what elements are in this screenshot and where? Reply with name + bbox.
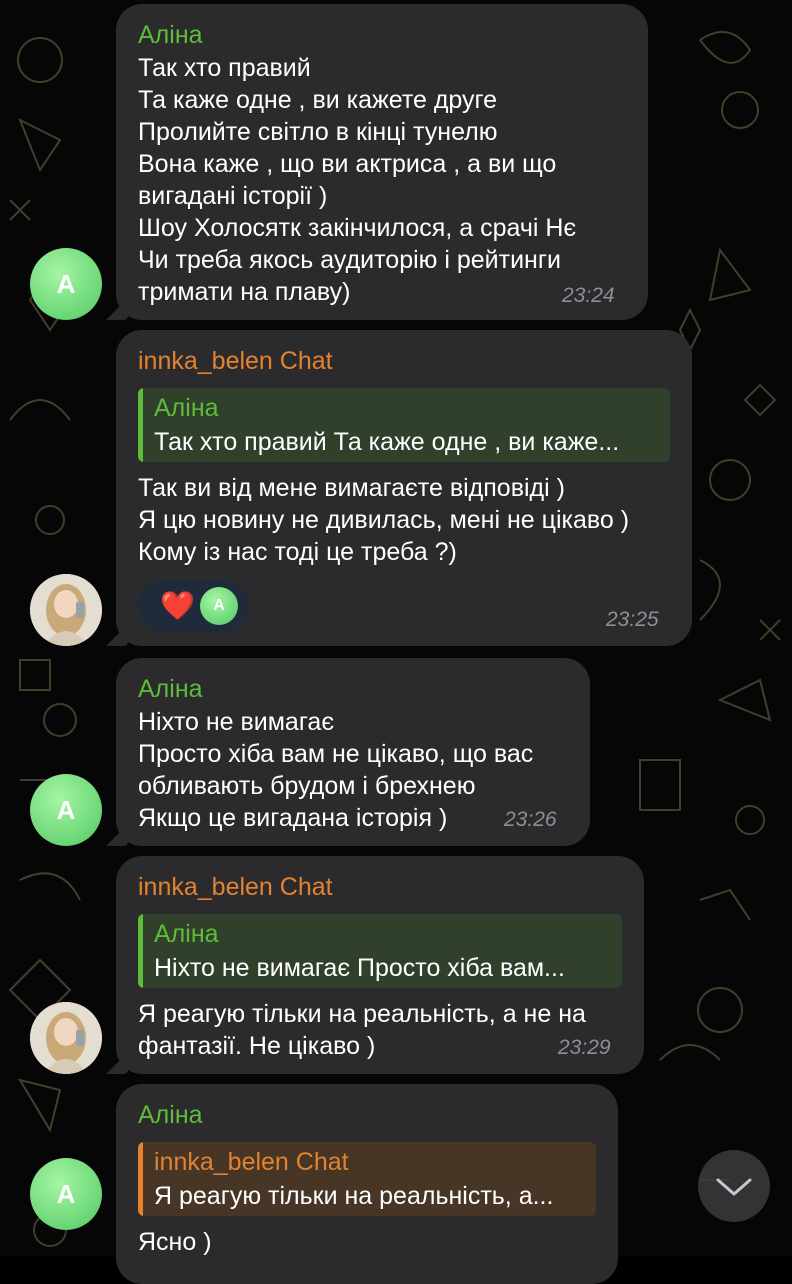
sender-name[interactable]: Аліна xyxy=(138,674,203,704)
message-time: 23:26 xyxy=(504,808,557,831)
message-text-line: Я реагую тільки на реальність, а не на xyxy=(138,1000,586,1028)
reply-text: Я реагую тільки на реальність, а... xyxy=(154,1182,554,1210)
message-text-line: Чи треба якось аудиторію і рейтинги xyxy=(138,246,561,274)
message-text-line: Я цю новину не дивилась, мені не цікаво … xyxy=(138,506,630,534)
message-text-line: Вона каже , що ви актриса , а ви що xyxy=(138,150,557,178)
message-bubble[interactable]: Аліна Так хто правий Та каже одне , ви к… xyxy=(106,4,648,320)
avatar[interactable]: A xyxy=(30,1158,102,1230)
reply-text: Так хто правий Та каже одне , ви каже... xyxy=(154,428,620,456)
message-text-line: Просто хіба вам не цікаво, що вас xyxy=(138,740,534,768)
message-text-line: Ясно ) xyxy=(138,1228,212,1256)
message-text-line: Шоу Холосятк закінчилося, а срачі Нє xyxy=(138,214,577,242)
message-bubble[interactable]: Аліна Ніхто не вимагає Просто хіба вам н… xyxy=(106,658,590,846)
message-text-line: Якщо це вигадана історія ) xyxy=(138,804,448,832)
reply-bar xyxy=(138,914,143,988)
message-text-line: фантазії. Не цікаво ) xyxy=(138,1032,376,1060)
message-text-line: Так ви від мене вимагаєте відповіді ) xyxy=(138,474,565,502)
message-text-line: обливають брудом і брехнею xyxy=(138,772,476,800)
reply-preview[interactable]: Аліна Ніхто не вимагає Просто хіба вам..… xyxy=(138,914,622,988)
message-text-line: тримати на плаву) xyxy=(138,278,351,306)
reply-sender: Аліна xyxy=(154,920,219,948)
sender-name[interactable]: innka_belen Chat xyxy=(138,872,333,902)
reaction-avatar: A xyxy=(200,587,238,625)
message-time: 23:29 xyxy=(558,1036,611,1059)
sender-name[interactable]: Аліна xyxy=(138,20,203,50)
message-text-line: Пролийте світло в кінці тунелю xyxy=(138,118,498,146)
message-bubble[interactable]: Аліна innka_belen Chat Я реагую тільки н… xyxy=(116,1084,618,1284)
avatar[interactable] xyxy=(30,1002,102,1074)
avatar-photo-image xyxy=(30,1002,102,1074)
message-time: 23:24 xyxy=(562,284,615,307)
sender-name[interactable]: Аліна xyxy=(138,1100,203,1130)
reaction-pill[interactable]: ❤️ A xyxy=(138,580,248,632)
sender-name[interactable]: innka_belen Chat xyxy=(138,346,333,376)
avatar-photo-image xyxy=(30,574,102,646)
message-text-line: Так хто правий xyxy=(138,54,311,82)
reply-text: Ніхто не вимагає Просто хіба вам... xyxy=(154,954,565,982)
reply-preview[interactable]: innka_belen Chat Я реагую тільки на реал… xyxy=(138,1142,596,1216)
message-text-line: Та каже одне , ви кажете друге xyxy=(138,86,498,114)
message-bubble[interactable]: innka_belen Chat Аліна Ніхто не вимагає … xyxy=(106,856,644,1074)
message-text-line: Ніхто не вимагає xyxy=(138,708,335,736)
heart-icon: ❤️ xyxy=(160,590,195,621)
message-text-line: Кому із нас тоді це треба ?) xyxy=(138,538,457,566)
avatar[interactable]: A xyxy=(30,248,102,320)
message-bubble[interactable]: innka_belen Chat Аліна Так хто правий Та… xyxy=(106,330,692,646)
message-text-line: вигадані історії ) xyxy=(138,182,328,210)
reply-sender: Аліна xyxy=(154,394,219,422)
scroll-down-button[interactable] xyxy=(698,1150,770,1222)
chevron-down-icon xyxy=(716,1178,752,1196)
avatar[interactable] xyxy=(30,574,102,646)
reply-bar xyxy=(138,388,143,462)
avatar[interactable]: A xyxy=(30,774,102,846)
reply-preview[interactable]: Аліна Так хто правий Та каже одне , ви к… xyxy=(138,388,670,462)
reply-sender: innka_belen Chat xyxy=(154,1148,349,1176)
message-time: 23:25 xyxy=(606,608,659,631)
reply-bar xyxy=(138,1142,143,1216)
